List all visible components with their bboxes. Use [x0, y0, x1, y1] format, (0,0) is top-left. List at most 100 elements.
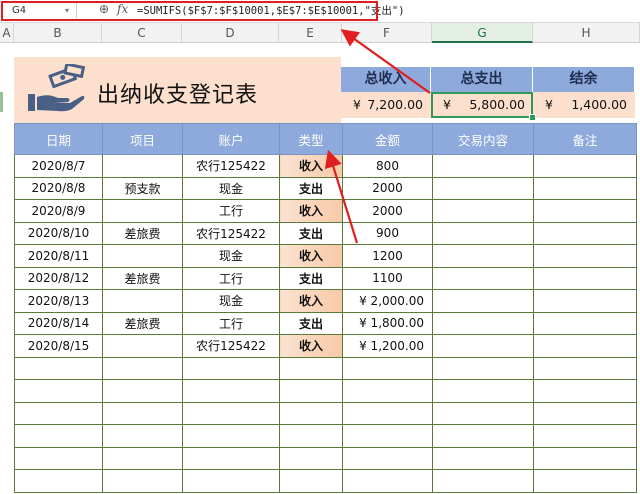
- cell-type[interactable]: 收入: [279, 334, 343, 358]
- cell-transaction[interactable]: [432, 154, 534, 178]
- cell-account[interactable]: 现金: [182, 244, 280, 268]
- cell-empty[interactable]: [182, 379, 280, 403]
- cell-date[interactable]: 2020/8/10: [14, 221, 103, 245]
- cell-item[interactable]: 差旅费: [102, 311, 183, 335]
- cell-type[interactable]: 收入: [279, 154, 343, 178]
- cell-transaction[interactable]: [432, 289, 534, 313]
- cell-amount[interactable]: 800: [342, 154, 433, 178]
- cell-date[interactable]: 2020/8/14: [14, 311, 103, 335]
- cell-amount[interactable]: 1100: [342, 266, 433, 290]
- cell-notes[interactable]: [533, 176, 637, 200]
- cell-empty[interactable]: [102, 379, 183, 403]
- cell-empty[interactable]: [182, 469, 280, 493]
- cell-empty[interactable]: [279, 446, 343, 470]
- cell-empty[interactable]: [432, 401, 534, 425]
- cell-empty[interactable]: [182, 424, 280, 448]
- cell-date[interactable]: 2020/8/8: [14, 176, 103, 200]
- cell-amount[interactable]: 1200: [342, 244, 433, 268]
- header-amount[interactable]: 金额: [342, 123, 433, 155]
- header-account[interactable]: 账户: [182, 123, 280, 155]
- cell-empty[interactable]: [432, 469, 534, 493]
- column-header-e[interactable]: E: [279, 23, 342, 43]
- column-header-f[interactable]: F: [342, 23, 432, 43]
- cell-notes[interactable]: [533, 221, 637, 245]
- cell-amount[interactable]: ¥ 1,800.00: [342, 311, 433, 335]
- cell-date[interactable]: 2020/8/12: [14, 266, 103, 290]
- cell-amount[interactable]: ¥ 2,000.00: [342, 289, 433, 313]
- fill-handle[interactable]: [529, 114, 536, 121]
- cell-empty[interactable]: [342, 379, 433, 403]
- cell-date[interactable]: 2020/8/7: [14, 154, 103, 178]
- cell-amount[interactable]: 900: [342, 221, 433, 245]
- cell-empty[interactable]: [14, 356, 103, 380]
- column-header-d[interactable]: D: [182, 23, 279, 43]
- cell-transaction[interactable]: [432, 199, 534, 223]
- cell-amount[interactable]: 2000: [342, 176, 433, 200]
- cell-empty[interactable]: [279, 379, 343, 403]
- cell-account[interactable]: 工行: [182, 199, 280, 223]
- cell-type[interactable]: 支出: [279, 221, 343, 245]
- cell-type[interactable]: 收入: [279, 199, 343, 223]
- cell-item[interactable]: 差旅费: [102, 266, 183, 290]
- cell-type[interactable]: 支出: [279, 311, 343, 335]
- cell-transaction[interactable]: [432, 311, 534, 335]
- cell-empty[interactable]: [533, 469, 637, 493]
- cell-amount[interactable]: 2000: [342, 199, 433, 223]
- cell-notes[interactable]: [533, 244, 637, 268]
- cell-type[interactable]: 支出: [279, 266, 343, 290]
- column-header-b[interactable]: B: [14, 23, 102, 43]
- cell-account[interactable]: 农行125422: [182, 221, 280, 245]
- cell-empty[interactable]: [102, 424, 183, 448]
- cell-empty[interactable]: [182, 446, 280, 470]
- summary-income-cell[interactable]: ¥ 7,200.00: [341, 92, 431, 118]
- cell-empty[interactable]: [342, 446, 433, 470]
- cell-transaction[interactable]: [432, 334, 534, 358]
- column-header-a[interactable]: A: [0, 23, 14, 43]
- cell-account[interactable]: 农行125422: [182, 334, 280, 358]
- cell-account[interactable]: 现金: [182, 289, 280, 313]
- cell-notes[interactable]: [533, 154, 637, 178]
- cell-date[interactable]: 2020/8/15: [14, 334, 103, 358]
- cell-notes[interactable]: [533, 334, 637, 358]
- cell-type[interactable]: 收入: [279, 244, 343, 268]
- cell-notes[interactable]: [533, 311, 637, 335]
- cell-empty[interactable]: [342, 469, 433, 493]
- cell-empty[interactable]: [14, 401, 103, 425]
- cell-empty[interactable]: [102, 469, 183, 493]
- header-notes[interactable]: 备注: [533, 123, 637, 155]
- cell-account[interactable]: 现金: [182, 176, 280, 200]
- cell-empty[interactable]: [279, 424, 343, 448]
- cell-empty[interactable]: [279, 356, 343, 380]
- cell-account[interactable]: 农行125422: [182, 154, 280, 178]
- cell-item[interactable]: [102, 289, 183, 313]
- header-transaction[interactable]: 交易内容: [432, 123, 534, 155]
- cell-notes[interactable]: [533, 266, 637, 290]
- cell-type[interactable]: 收入: [279, 289, 343, 313]
- cell-item[interactable]: [102, 199, 183, 223]
- cell-empty[interactable]: [533, 446, 637, 470]
- cell-empty[interactable]: [102, 401, 183, 425]
- header-item[interactable]: 项目: [102, 123, 183, 155]
- header-date[interactable]: 日期: [14, 123, 103, 155]
- cell-transaction[interactable]: [432, 266, 534, 290]
- cell-date[interactable]: 2020/8/11: [14, 244, 103, 268]
- cell-item[interactable]: [102, 334, 183, 358]
- cell-empty[interactable]: [533, 356, 637, 380]
- cell-item[interactable]: 差旅费: [102, 221, 183, 245]
- header-type[interactable]: 类型: [279, 123, 343, 155]
- cell-empty[interactable]: [182, 401, 280, 425]
- cell-empty[interactable]: [432, 446, 534, 470]
- cell-empty[interactable]: [342, 424, 433, 448]
- cell-empty[interactable]: [102, 356, 183, 380]
- cell-empty[interactable]: [342, 356, 433, 380]
- cell-item[interactable]: [102, 244, 183, 268]
- cell-item[interactable]: [102, 154, 183, 178]
- summary-balance-cell[interactable]: ¥ 1,400.00: [533, 92, 635, 118]
- cell-empty[interactable]: [533, 424, 637, 448]
- cell-empty[interactable]: [432, 379, 534, 403]
- cell-empty[interactable]: [533, 379, 637, 403]
- cell-empty[interactable]: [342, 401, 433, 425]
- cell-notes[interactable]: [533, 289, 637, 313]
- cell-empty[interactable]: [102, 446, 183, 470]
- cell-account[interactable]: 工行: [182, 311, 280, 335]
